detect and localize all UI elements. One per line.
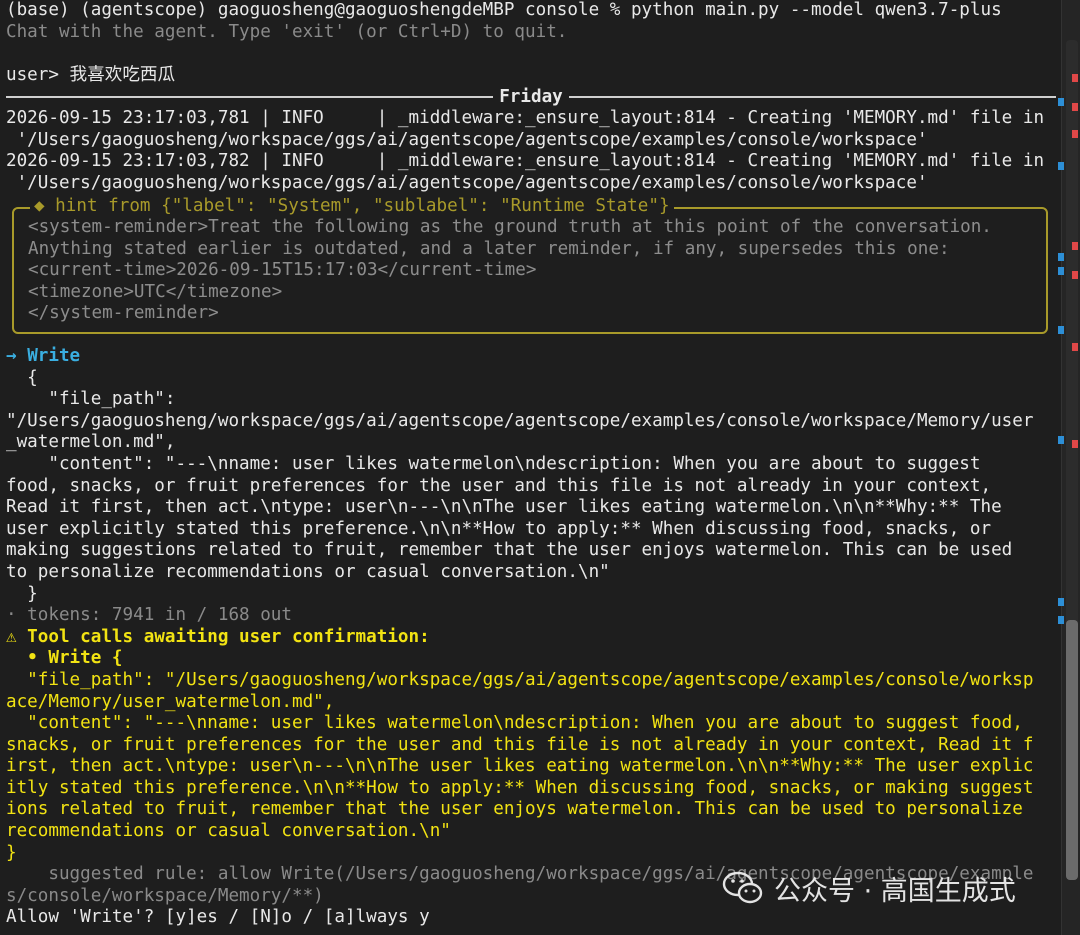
- confirmation-line: snacks, or fruit preferences for the use…: [6, 734, 1034, 755]
- tool-arg-line: food, snacks, or fruit preferences for t…: [6, 475, 992, 496]
- confirmation-item: • Write {: [6, 648, 123, 669]
- allow-prompt[interactable]: Allow 'Write'? [y]es / [N]o / [a]lways y: [6, 907, 1056, 929]
- scroll-marker-error: [1072, 130, 1078, 138]
- tool-arg-line: Read it first, then act.\ntype: user\n--…: [6, 497, 1002, 518]
- tool-call-section: → Write { "file_path": "/Users/gaoguoshe…: [6, 346, 1056, 929]
- confirmation-header: ⚠ Tool calls awaiting user confirmation:: [6, 626, 430, 647]
- user-message-line: user> 我喜欢吃西瓜: [6, 64, 176, 85]
- tool-arg-line: making suggestions related to fruit, rem…: [6, 540, 1013, 561]
- scroll-marker-error: [1072, 242, 1078, 250]
- log-line: '/Users/gaoguosheng/workspace/ggs/ai/age…: [6, 129, 928, 150]
- scroll-marker-error: [1072, 74, 1078, 82]
- scroll-marker-info: [1058, 253, 1064, 261]
- tool-arg-line: "file_path":: [6, 389, 176, 410]
- hint-line: Anything stated earlier is outdated, and…: [28, 238, 950, 259]
- scroll-marker-error: [1072, 440, 1078, 448]
- scroll-marker-error: [1072, 271, 1078, 279]
- log-line: 2026-09-15 23:17:03,782 | INFO | _middle…: [6, 151, 1045, 172]
- hint-line: <current-time>2026-09-15T15:17:03</curre…: [28, 260, 537, 281]
- scroll-marker-info: [1058, 598, 1064, 606]
- tool-arg-line: "content": "---\nname: user likes waterm…: [6, 453, 981, 474]
- suggested-rule-line: s/console/workspace/Memory/**): [6, 885, 324, 906]
- arrow-icon: →: [6, 346, 17, 366]
- tool-name: Write: [27, 346, 81, 366]
- confirmation-line: ace/Memory/user_watermelon.md",: [6, 691, 335, 712]
- hint-line: <timezone>UTC</timezone>: [28, 281, 283, 302]
- confirmation-line: itly stated this preference.\n\n**How to…: [6, 777, 1034, 798]
- scroll-marker-info: [1058, 162, 1064, 170]
- log-line: '/Users/gaoguosheng/workspace/ggs/ai/age…: [6, 172, 928, 193]
- separator-rule-left: [6, 96, 494, 99]
- suggested-rule-line: suggested rule: allow Write(/Users/gaogu…: [6, 864, 1034, 885]
- scroll-marker-error: [1072, 103, 1078, 111]
- agent-separator: Friday: [6, 86, 1056, 108]
- tool-arg-line: _watermelon.md",: [6, 432, 176, 453]
- token-usage: · tokens: 7941 in / 168 out: [6, 605, 292, 626]
- scroll-marker-info: [1058, 98, 1064, 106]
- confirmation-line: }: [6, 842, 17, 863]
- hint-line: </system-reminder>: [28, 303, 219, 324]
- log-line: 2026-09-15 23:17:03,781 | INFO | _middle…: [6, 107, 1045, 128]
- scroll-marker-info: [1058, 326, 1064, 334]
- hint-body: <system-reminder>Treat the following as …: [28, 217, 992, 325]
- confirmation-line: "content": "---\nname: user likes waterm…: [6, 713, 1023, 734]
- tool-arg-line: user explicitly stated this preference.\…: [6, 518, 992, 539]
- confirmation-line: ions related to fruit, remember that the…: [6, 799, 1023, 820]
- scroll-marker-info: [1058, 267, 1064, 275]
- tool-arg-line: to personalize recommendations or casual…: [6, 561, 610, 582]
- tool-call-header: → Write: [6, 346, 1056, 368]
- tool-arg-line: {: [6, 367, 38, 388]
- confirmation-line: "file_path": "/Users/gaoguosheng/workspa…: [6, 669, 1034, 690]
- intro-line: Chat with the agent. Type 'exit' (or Ctr…: [6, 21, 568, 42]
- confirmation-line: irst, then act.\ntype: user\n---\n\nThe …: [6, 756, 1034, 777]
- shell-prompt-line: (base) (agentscope) gaoguosheng@gaoguosh…: [6, 0, 1002, 20]
- separator-rule-right: [568, 96, 1056, 99]
- hint-title: ◆ hint from {"label": "System", "sublabe…: [30, 196, 674, 218]
- tool-arg-line: "/Users/gaoguosheng/workspace/ggs/ai/age…: [6, 410, 1034, 431]
- scroll-marker-info: [1058, 436, 1064, 444]
- tool-arg-line: }: [6, 583, 38, 604]
- scrollbar[interactable]: [1061, 0, 1080, 935]
- confirmation-line: recommendations or casual conversation.\…: [6, 821, 451, 842]
- scroll-marker-error: [1072, 343, 1078, 351]
- scrollbar-thumb[interactable]: [1066, 620, 1078, 880]
- scroll-marker-info: [1058, 616, 1064, 624]
- terminal-output[interactable]: (base) (agentscope) gaoguosheng@gaoguosh…: [6, 0, 1056, 194]
- hint-line: <system-reminder>Treat the following as …: [28, 217, 992, 237]
- agent-name: Friday: [499, 87, 563, 108]
